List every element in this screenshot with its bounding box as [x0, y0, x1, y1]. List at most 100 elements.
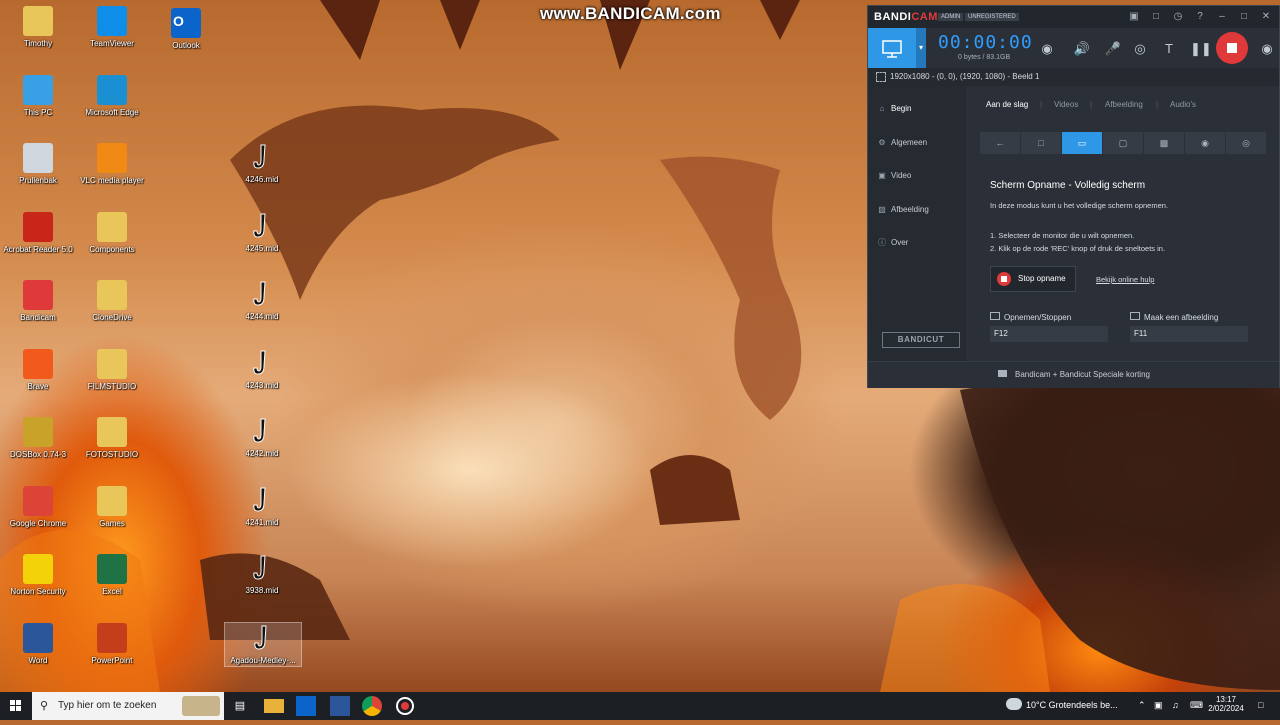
record-timer: 00:00:00: [938, 32, 1033, 53]
stop-record-button[interactable]: [1216, 32, 1248, 64]
desktop-icon-label: Norton Security: [10, 587, 66, 596]
clock[interactable]: 13:17 2/02/2024: [1206, 695, 1246, 713]
mouse-effect-icon[interactable]: ◎: [1131, 40, 1149, 58]
task-view-icon[interactable]: ▤: [230, 696, 250, 716]
video-icon: ▣: [878, 171, 886, 180]
desktop-icon[interactable]: Timothy: [0, 6, 76, 49]
bandicut-button[interactable]: BANDICUT: [882, 332, 960, 348]
maximize-icon[interactable]: □: [1238, 11, 1250, 23]
desktop-icon-label: PowerPoint: [91, 655, 133, 665]
tab-aan-de-slag[interactable]: Aan de slag: [986, 100, 1028, 109]
desktop-icon[interactable]: VLC media player: [74, 143, 150, 186]
tray-chevron-icon[interactable]: ⌃: [1138, 700, 1146, 711]
online-help-link[interactable]: Bekijk online hulp: [1096, 275, 1154, 284]
tab-afbeelding[interactable]: Afbeelding: [1105, 100, 1143, 109]
hotkey-screenshot-field[interactable]: F11: [1130, 326, 1248, 342]
volume-icon[interactable]: ♫: [1172, 700, 1179, 710]
weather-text[interactable]: 10°C Grotendeels be...: [1026, 700, 1118, 710]
start-button[interactable]: [0, 692, 32, 720]
region-mode-icon[interactable]: □: [1021, 132, 1062, 154]
notification-icon[interactable]: □: [1258, 700, 1263, 710]
desktop-icon-midi[interactable]: 4243.mid: [224, 348, 300, 391]
cursor-mode-icon[interactable]: ▢: [1103, 132, 1144, 154]
powerpoint-icon: [97, 622, 127, 653]
desktop-icon[interactable]: Excel: [74, 554, 150, 597]
unregistered-badge[interactable]: UNREGISTERED: [965, 13, 1019, 21]
desktop-icon[interactable]: DOSBox 0.74-3: [0, 417, 76, 460]
desktop-icon-midi[interactable]: 3938.mid: [224, 553, 300, 596]
desktop-icon-midi[interactable]: Agadou-Medley-...: [224, 621, 302, 667]
bandicam-logo: BANDICAM: [874, 11, 938, 23]
desktop-icon-label: Games: [99, 518, 125, 528]
region-icon: [876, 72, 886, 82]
lock-icon[interactable]: ▣: [1128, 11, 1140, 23]
desktop-icon-label: Agadou-Medley-...: [230, 655, 296, 665]
desktop-icon[interactable]: Acrobat Reader 5.0: [0, 211, 76, 255]
webcam-icon[interactable]: ◉: [1038, 40, 1056, 58]
taskbar-search[interactable]: ⚲ Typ hier om te zoeken: [32, 692, 224, 720]
weather-icon[interactable]: [1006, 698, 1022, 710]
desktop-icon-midi[interactable]: 4241.mid: [224, 485, 300, 528]
sidebar-item-video[interactable]: ▣ Video: [876, 167, 964, 185]
sidebar-item-afbeelding[interactable]: ▨ Afbeelding: [876, 201, 964, 219]
close-icon[interactable]: ✕: [1260, 11, 1272, 23]
desktop-icon[interactable]: FOTOSTUDIO: [74, 417, 150, 460]
sidebar-item-algemeen[interactable]: ⚙ Algemeen: [876, 134, 964, 152]
audio-mode-icon[interactable]: ◎: [1226, 132, 1267, 154]
microphone-icon[interactable]: 🎤: [1104, 40, 1122, 58]
camera-icon[interactable]: ◉: [1258, 40, 1276, 58]
pause-icon[interactable]: ❚❚: [1190, 40, 1212, 58]
minimize-icon[interactable]: –: [1216, 11, 1228, 23]
bandicam-titlebar[interactable]: BANDICAM ADMIN UNREGISTERED ▣ □ ◷ ? – □ …: [868, 6, 1279, 28]
desktop-icon[interactable]: Microsoft Edge: [74, 74, 150, 118]
bandicam-icon: [23, 280, 53, 310]
game-mode-icon[interactable]: ◉: [1185, 132, 1226, 154]
desktop-icon[interactable]: Brave: [0, 348, 76, 392]
promo-footer[interactable]: Bandicam + Bandicut Speciale korting: [868, 361, 1279, 388]
desktop-icon[interactable]: Components: [74, 211, 150, 255]
desktop-icon[interactable]: PowerPoint: [74, 622, 150, 666]
desktop-icon-outlook[interactable]: O Outlook: [148, 8, 224, 51]
keyboard-layout-icon[interactable]: ⌨: [1190, 700, 1203, 711]
speaker-icon[interactable]: 🔊: [1073, 40, 1091, 58]
desktop-icon-midi[interactable]: 4245.mid: [224, 211, 300, 254]
screen-mode-button[interactable]: [868, 28, 916, 68]
desktop-icon[interactable]: TeamViewer: [74, 6, 150, 49]
desktop-icon[interactable]: Prullenbak: [0, 143, 76, 186]
hdmi-mode-icon[interactable]: ▩: [1144, 132, 1185, 154]
clock-icon[interactable]: ◷: [1172, 11, 1184, 23]
desktop-icon[interactable]: Games: [74, 485, 150, 529]
tab-videos[interactable]: Videos: [1054, 100, 1078, 109]
tab-audios[interactable]: Audio's: [1170, 100, 1196, 109]
sidebar-item-over[interactable]: ⓘ Over: [876, 234, 964, 252]
fullscreen-mode-icon[interactable]: ▭: [1062, 132, 1103, 154]
desktop-icon[interactable]: Bandicam: [0, 280, 76, 323]
file-explorer-icon[interactable]: [264, 699, 284, 713]
back-icon[interactable]: ←: [980, 132, 1021, 154]
desktop-icon[interactable]: This PC: [0, 74, 76, 118]
word-taskbar-icon[interactable]: [330, 696, 350, 716]
stop-opname-button[interactable]: Stop opname: [990, 266, 1076, 292]
desktop-icon-midi[interactable]: 4242.mid: [224, 416, 300, 459]
stop-opname-label: Stop opname: [1018, 274, 1066, 283]
bandicam-taskbar-icon[interactable]: [396, 697, 414, 715]
chrome-taskbar-icon[interactable]: [362, 696, 382, 716]
desktop-icon[interactable]: Google Chrome: [0, 485, 76, 529]
text-icon[interactable]: T: [1160, 40, 1178, 58]
sidebar-item-begin[interactable]: ⌂ Begin: [876, 100, 964, 118]
network-icon[interactable]: ▣: [1154, 700, 1163, 711]
folder-icon[interactable]: □: [1150, 11, 1162, 23]
hotkey-screenshot-text: Maak een afbeelding: [1144, 313, 1219, 322]
desktop-icon[interactable]: CloneDrive: [74, 280, 150, 323]
help-icon[interactable]: ?: [1194, 11, 1206, 23]
desktop-icon-midi[interactable]: 4246.mid: [224, 142, 300, 185]
desktop-icon[interactable]: Norton Security: [0, 554, 76, 597]
taskbar: ⚲ Typ hier om te zoeken ▤ 10°C Grotendee…: [0, 692, 1280, 720]
desktop-icon-midi[interactable]: 4244.mid: [224, 279, 300, 322]
outlook-taskbar-icon[interactable]: [296, 696, 316, 716]
desktop-icon[interactable]: FILMSTUDIO: [74, 348, 150, 392]
hotkey-record-field[interactable]: F12: [990, 326, 1108, 342]
desktop-icon[interactable]: Word: [0, 622, 76, 666]
mode-dropdown-icon[interactable]: ▾: [916, 28, 926, 68]
bandicam-watermark: www.BANDICAM.com: [540, 4, 721, 23]
